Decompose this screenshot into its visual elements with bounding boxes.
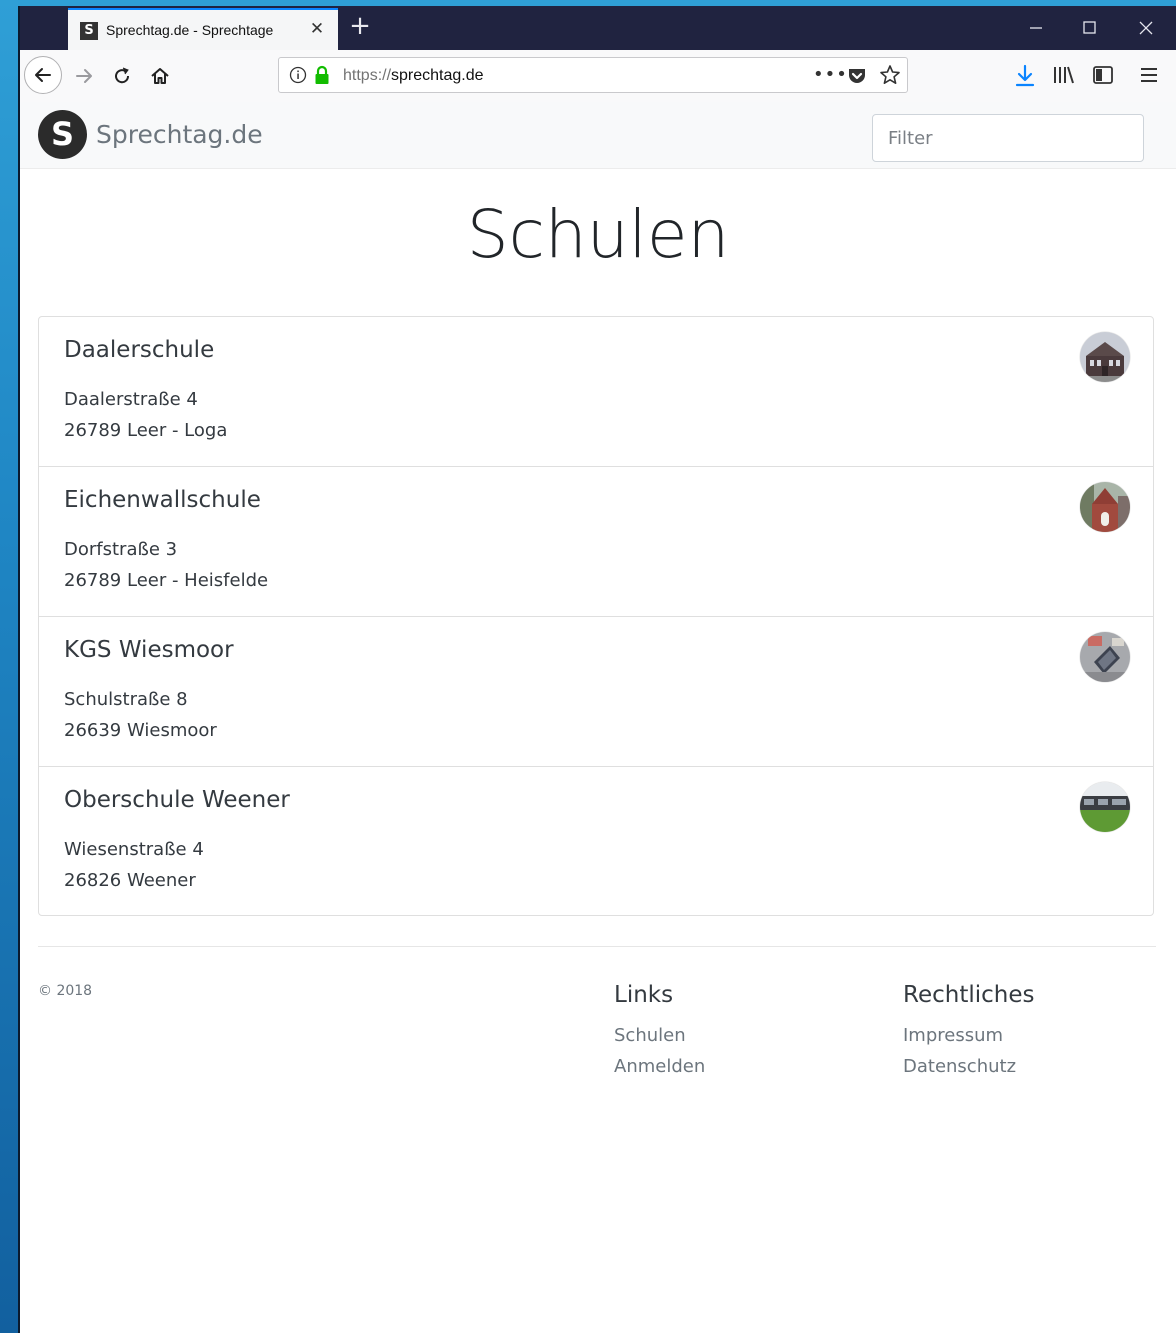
plus-icon[interactable]: + <box>348 13 372 40</box>
list-item[interactable]: Oberschule Weener Wiesenstraße 4 26826 W… <box>39 767 1153 915</box>
hamburger-icon[interactable] <box>1138 64 1160 90</box>
footer-link-schulen[interactable]: Schulen <box>614 1020 705 1051</box>
ellipsis-icon[interactable]: ••• <box>813 64 848 85</box>
arrow-right-icon[interactable] <box>66 58 102 94</box>
list-item[interactable]: Daalerschule Daalerstraße 4 26789 Leer -… <box>39 317 1153 467</box>
home-icon[interactable] <box>142 58 178 94</box>
download-icon[interactable] <box>1014 64 1036 92</box>
school-street: Schulstraße 8 <box>64 689 188 710</box>
school-photo <box>1080 632 1130 682</box>
url-host: sprechtag.de <box>391 67 484 84</box>
minimize-icon[interactable] <box>1016 14 1056 42</box>
school-name[interactable]: Oberschule Weener <box>64 787 290 813</box>
footer-heading-links: Links <box>614 982 674 1008</box>
footer-link-datenschutz[interactable]: Datenschutz <box>903 1051 1034 1082</box>
school-photo <box>1080 332 1130 382</box>
school-street: Wiesenstraße 4 <box>64 839 204 860</box>
info-icon[interactable] <box>289 66 307 88</box>
school-city: 26789 Leer - Loga <box>64 420 228 441</box>
footer-links-column: Links Schulen Anmelden <box>614 982 705 1082</box>
school-street: Daalerstraße 4 <box>64 389 198 410</box>
school-photo <box>1080 782 1130 832</box>
school-street: Dorfstraße 3 <box>64 539 178 560</box>
footer-link-impressum[interactable]: Impressum <box>903 1020 1034 1051</box>
lock-icon[interactable] <box>313 65 331 89</box>
browser-window: S Sprechtag.de - Sprechtage ✕ + https://… <box>20 6 1176 1333</box>
footer-divider <box>38 946 1156 947</box>
list-item[interactable]: KGS Wiesmoor Schulstraße 8 26639 Wiesmoo… <box>39 617 1153 767</box>
school-name[interactable]: Daalerschule <box>64 337 214 363</box>
close-icon[interactable]: ✕ <box>306 18 328 40</box>
school-list: Daalerschule Daalerstraße 4 26789 Leer -… <box>38 316 1154 916</box>
school-name[interactable]: KGS Wiesmoor <box>64 637 234 663</box>
page-title: Schulen <box>466 196 730 273</box>
footer-heading-legal: Rechtliches <box>903 982 1035 1008</box>
school-city: 26639 Wiesmoor <box>64 720 217 741</box>
school-city: 26789 Leer - Heisfelde <box>64 570 269 591</box>
reload-icon[interactable] <box>104 58 140 94</box>
school-name[interactable]: Eichenwallschule <box>64 487 261 513</box>
tab-strip: S Sprechtag.de - Sprechtage ✕ + <box>20 6 1176 50</box>
window-close-icon[interactable] <box>1126 14 1166 42</box>
list-item[interactable]: Eichenwallschule Dorfstraße 3 26789 Leer… <box>39 467 1153 617</box>
url-text[interactable]: https://sprechtag.de <box>343 67 484 85</box>
school-city: 26826 Weener <box>64 870 196 891</box>
url-scheme: https:// <box>343 67 392 84</box>
tab-favicon: S <box>80 22 98 40</box>
pocket-icon[interactable] <box>847 66 867 90</box>
footer-link-anmelden[interactable]: Anmelden <box>614 1051 705 1082</box>
library-icon[interactable] <box>1052 64 1076 90</box>
sidebar-icon[interactable] <box>1092 64 1114 90</box>
maximize-icon[interactable] <box>1070 14 1110 42</box>
filter-input[interactable] <box>872 114 1144 162</box>
copyright: © 2018 <box>38 983 93 999</box>
url-bar[interactable]: https://sprechtag.de ••• <box>278 57 908 93</box>
tab-title: Sprechtag.de - Sprechtage <box>106 22 274 38</box>
navigation-bar: https://sprechtag.de ••• <box>20 50 1176 103</box>
footer-legal-column: Rechtliches Impressum Datenschutz <box>903 982 1034 1082</box>
browser-tab[interactable]: S Sprechtag.de - Sprechtage ✕ <box>68 8 338 50</box>
site-header: S Sprechtag.de <box>20 102 1176 169</box>
site-logo[interactable]: S <box>38 110 87 159</box>
arrow-left-icon[interactable] <box>24 56 62 94</box>
school-photo <box>1080 482 1130 532</box>
brand-link[interactable]: Sprechtag.de <box>96 120 263 149</box>
web-page: S Sprechtag.de Schulen Daalerschule Daal… <box>20 102 1176 1333</box>
star-icon[interactable] <box>879 64 901 90</box>
